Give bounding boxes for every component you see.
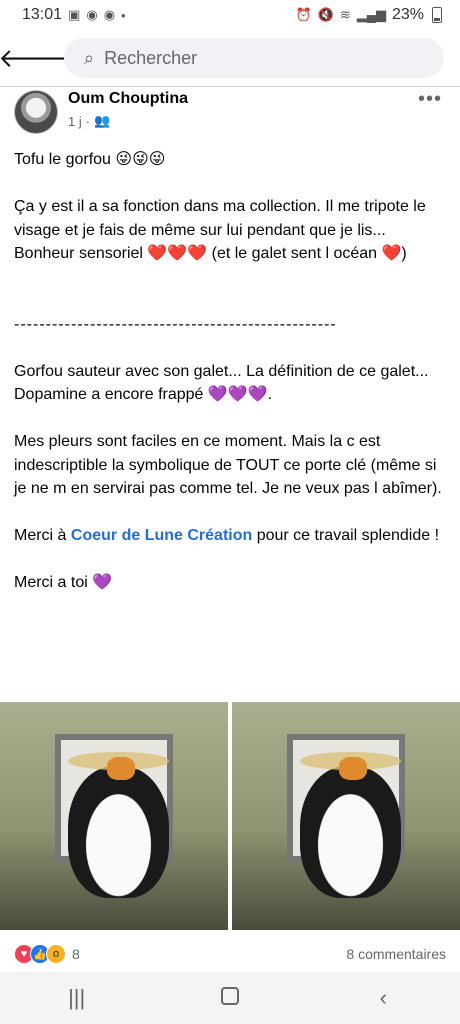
messenger-icon: ◉ <box>86 7 98 22</box>
android-nav-bar: ||| ‹ <box>0 972 460 1024</box>
search-input[interactable]: ⌕ Rechercher <box>64 38 444 78</box>
penguin-plush <box>300 765 401 899</box>
home-icon <box>220 987 239 1005</box>
back-button[interactable]: 🡐 <box>0 36 68 80</box>
status-right: ⏰ 🔇 ≋ ▂▄▆ 23% <box>295 6 442 24</box>
penguin-plush <box>68 765 169 899</box>
status-left: 13:01 ▣ ◉ ◉ • <box>22 6 126 24</box>
comments-count[interactable]: 8 commentaires <box>346 946 446 962</box>
photo-grid <box>0 702 460 930</box>
tagged-page-link[interactable]: Coeur de Lune Création <box>71 527 252 544</box>
recent-apps-button[interactable]: ||| <box>47 985 107 1011</box>
post-line: Dopamine a encore frappé 💜💜💜. <box>14 386 273 403</box>
battery-icon <box>432 7 442 23</box>
arrow-left-icon: 🡐 <box>0 42 68 73</box>
recent-apps-icon: ||| <box>68 985 86 1010</box>
post-photo[interactable] <box>232 702 460 930</box>
battery-level: 23% <box>391 6 424 23</box>
avatar[interactable] <box>14 90 58 134</box>
post-photo[interactable] <box>0 702 228 930</box>
clock: 13:01 <box>22 6 63 23</box>
chevron-left-icon: ‹ <box>379 985 387 1010</box>
system-back-button[interactable]: ‹ <box>353 985 413 1011</box>
home-button[interactable] <box>200 985 260 1011</box>
author-name[interactable]: Oum Chouptina <box>68 90 188 108</box>
wow-reaction-icon: o <box>46 944 66 964</box>
separator-dot: · <box>85 113 91 129</box>
reaction-icons: ♥ 👍 o <box>14 944 66 964</box>
post-time[interactable]: 1 j <box>68 114 82 129</box>
dot-icon: • <box>121 7 126 23</box>
penguin-beak <box>107 756 135 780</box>
thanks-prefix: Merci à <box>14 527 71 544</box>
post-separator: ----------------------------------------… <box>14 315 337 333</box>
penguin-beak <box>339 756 367 780</box>
messenger-icon: ◉ <box>103 7 116 22</box>
reactions-bar: ♥ 👍 o 8 8 commentaires <box>0 940 460 968</box>
friends-icon: 👥 <box>94 113 111 128</box>
top-bar: 🡐 ⌕ Rechercher <box>0 36 460 80</box>
search-icon: ⌕ <box>84 47 95 68</box>
post-paragraph: Ça y est il a sa fonction dans ma collec… <box>14 198 426 262</box>
wifi-icon: ≋ <box>339 7 351 22</box>
image-icon: ▣ <box>68 7 81 22</box>
post-paragraph: Mes pleurs sont faciles en ce moment. Ma… <box>14 433 442 497</box>
header-divider <box>0 86 460 87</box>
thanks-suffix: pour ce travail splendide ! <box>252 527 440 544</box>
post-paragraph: Gorfou sauteur avec son galet... La défi… <box>14 362 429 380</box>
signal-icon: ▂▄▆ <box>356 7 386 22</box>
post-paragraph: Merci à Coeur de Lune Création pour ce t… <box>14 524 450 548</box>
reaction-summary[interactable]: ♥ 👍 o 8 <box>14 944 80 964</box>
more-options-button[interactable]: ••• <box>418 88 442 111</box>
alarm-icon: ⏰ <box>295 7 312 22</box>
post-meta: 1 j · 👥 <box>68 113 110 129</box>
post-line: Tofu le gorfou 😜😜😜 <box>14 151 166 168</box>
mute-icon: 🔇 <box>317 7 334 22</box>
status-bar: 13:01 ▣ ◉ ◉ • ⏰ 🔇 ≋ ▂▄▆ 23% <box>0 0 460 30</box>
reaction-count: 8 <box>72 946 80 962</box>
post-text: Tofu le gorfou 😜😜😜 Ça y est il a sa fonc… <box>14 148 450 595</box>
post-line: Merci a toi 💜 <box>14 574 113 591</box>
search-placeholder: Rechercher <box>104 47 198 68</box>
post-header: Oum Chouptina 1 j · 👥 ••• <box>0 88 460 138</box>
